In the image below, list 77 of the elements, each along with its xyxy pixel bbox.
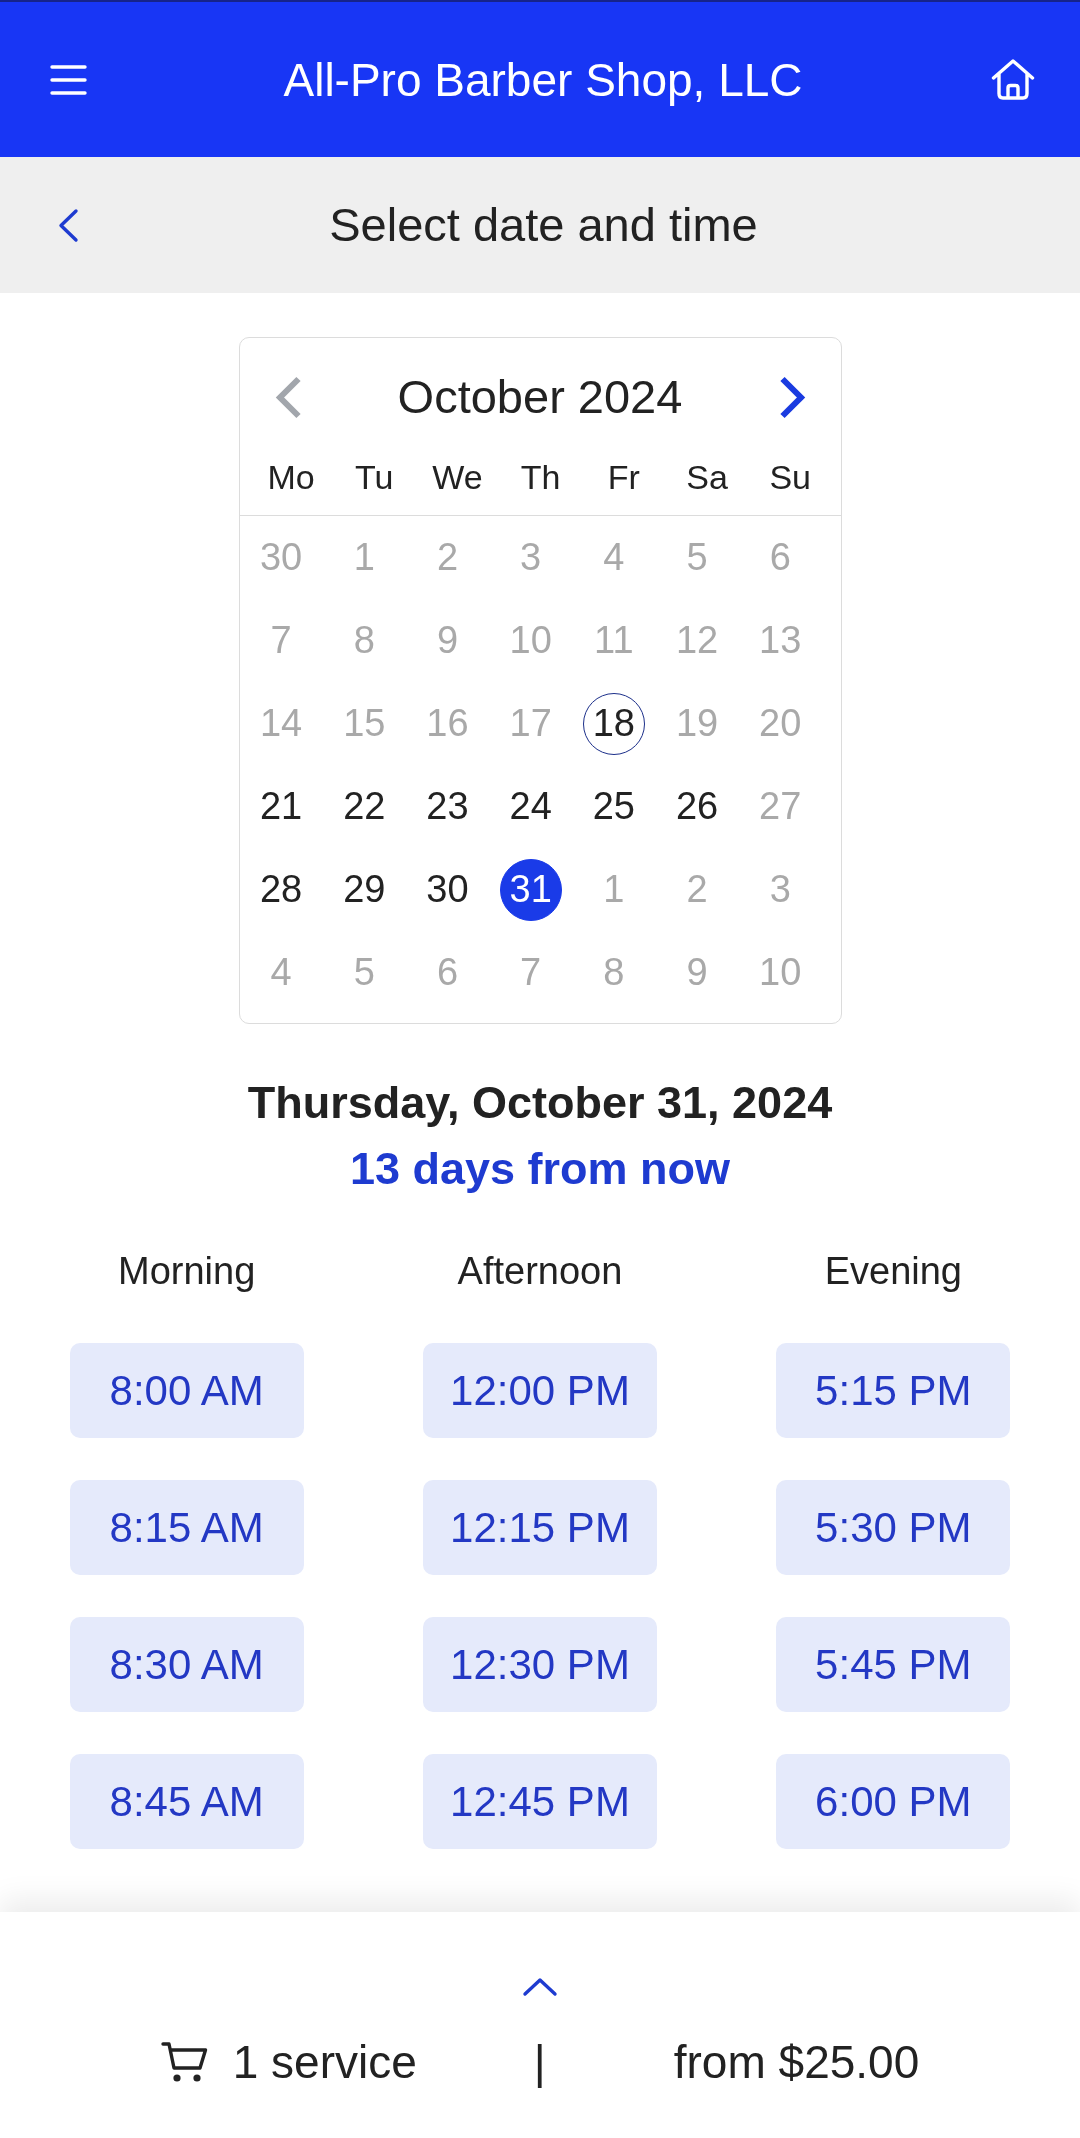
calendar-day: 27 [749,775,812,838]
calendar-day: 8 [333,609,396,672]
calendar-day: 12 [666,609,729,672]
calendar-day: 1 [582,858,645,921]
calendar-day: 16 [416,692,479,755]
calendar-day: 5 [333,941,396,1004]
calendar-day: 17 [499,692,562,755]
calendar-day: 10 [499,609,562,672]
time-slot-button[interactable]: 12:00 PM [423,1343,657,1438]
calendar-day: 2 [416,526,479,589]
calendar-day: 20 [749,692,812,755]
weekday-label: Mo [267,456,315,497]
calendar-day[interactable]: 25 [582,775,645,838]
back-icon[interactable] [57,207,79,243]
calendar-day[interactable]: 24 [499,775,562,838]
service-count: 1 service [232,2035,417,2089]
time-slot-button[interactable]: 6:00 PM [776,1754,1011,1849]
calendar-day[interactable]: 31 [499,858,562,921]
calendar-day: 8 [582,941,645,1004]
time-slot-button[interactable]: 5:45 PM [776,1617,1011,1712]
header-title: All-Pro Barber Shop, LLC [283,52,803,107]
calendar-day: 7 [250,609,313,672]
cart-icon [160,2041,208,2083]
weekday-label: Su [769,456,811,497]
relative-date-text: 13 days from now [349,1142,731,1196]
chevron-up-icon[interactable] [522,1977,558,1997]
calendar-day[interactable]: 30 [416,858,479,921]
calendar-day: 11 [582,609,645,672]
calendar-day: 5 [666,526,729,589]
calendar-day[interactable]: 21 [250,775,313,838]
period-heading: Evening [824,1249,962,1294]
time-slot-button[interactable]: 12:45 PM [423,1754,657,1849]
time-slot-button[interactable]: 5:30 PM [776,1480,1011,1575]
menu-icon[interactable] [50,64,87,95]
price-text: from $25.00 [673,2035,920,2089]
chevron-right-icon[interactable] [778,375,806,419]
calendar-day: 13 [749,609,812,672]
weekday-label: Fr [607,456,640,497]
calendar-day: 9 [416,609,479,672]
time-slot-button[interactable]: 5:15 PM [776,1343,1011,1438]
time-slot-button[interactable]: 8:45 AM [69,1754,304,1849]
calendar-day: 10 [749,941,812,1004]
calendar-day: 3 [749,858,812,921]
time-slot-button[interactable]: 8:30 AM [69,1617,304,1712]
calendar-day: 4 [250,941,313,1004]
weekday-label: Tu [355,456,394,497]
calendar-day[interactable]: 29 [333,858,396,921]
calendar-day: 9 [666,941,729,1004]
calendar-day: 2 [666,858,729,921]
calendar-day: 14 [250,692,313,755]
month-title: October 2024 [397,369,683,425]
calendar-day[interactable]: 28 [250,858,313,921]
calendar-day: 6 [749,526,812,589]
weekday-label: We [432,456,483,497]
calendar-day: 6 [416,941,479,1004]
calendar-day: 30 [250,526,313,589]
calendar-day: 4 [582,526,645,589]
calendar-day: 19 [666,692,729,755]
time-slot-button[interactable]: 12:30 PM [423,1617,657,1712]
calendar-day: 3 [499,526,562,589]
weekday-label: Sa [686,456,728,497]
home-icon[interactable] [990,58,1036,101]
weekday-label: Th [520,456,561,497]
page-title: Select date and time [329,197,758,253]
calendar-day: 1 [333,526,396,589]
calendar-day: 7 [499,941,562,1004]
period-heading: Morning [118,1249,256,1294]
calendar-day[interactable]: 23 [416,775,479,838]
period-heading: Afternoon [457,1249,623,1294]
time-slot-button[interactable]: 12:15 PM [423,1480,657,1575]
calendar-day[interactable]: 26 [666,775,729,838]
selected-date-heading: Thursday, October 31, 2024 [247,1076,833,1130]
time-slot-button[interactable]: 8:15 AM [69,1480,304,1575]
time-slot-button[interactable]: 8:00 AM [69,1343,304,1438]
separator-text: | [533,2035,546,2089]
calendar-day[interactable]: 22 [333,775,396,838]
calendar-day: 15 [333,692,396,755]
